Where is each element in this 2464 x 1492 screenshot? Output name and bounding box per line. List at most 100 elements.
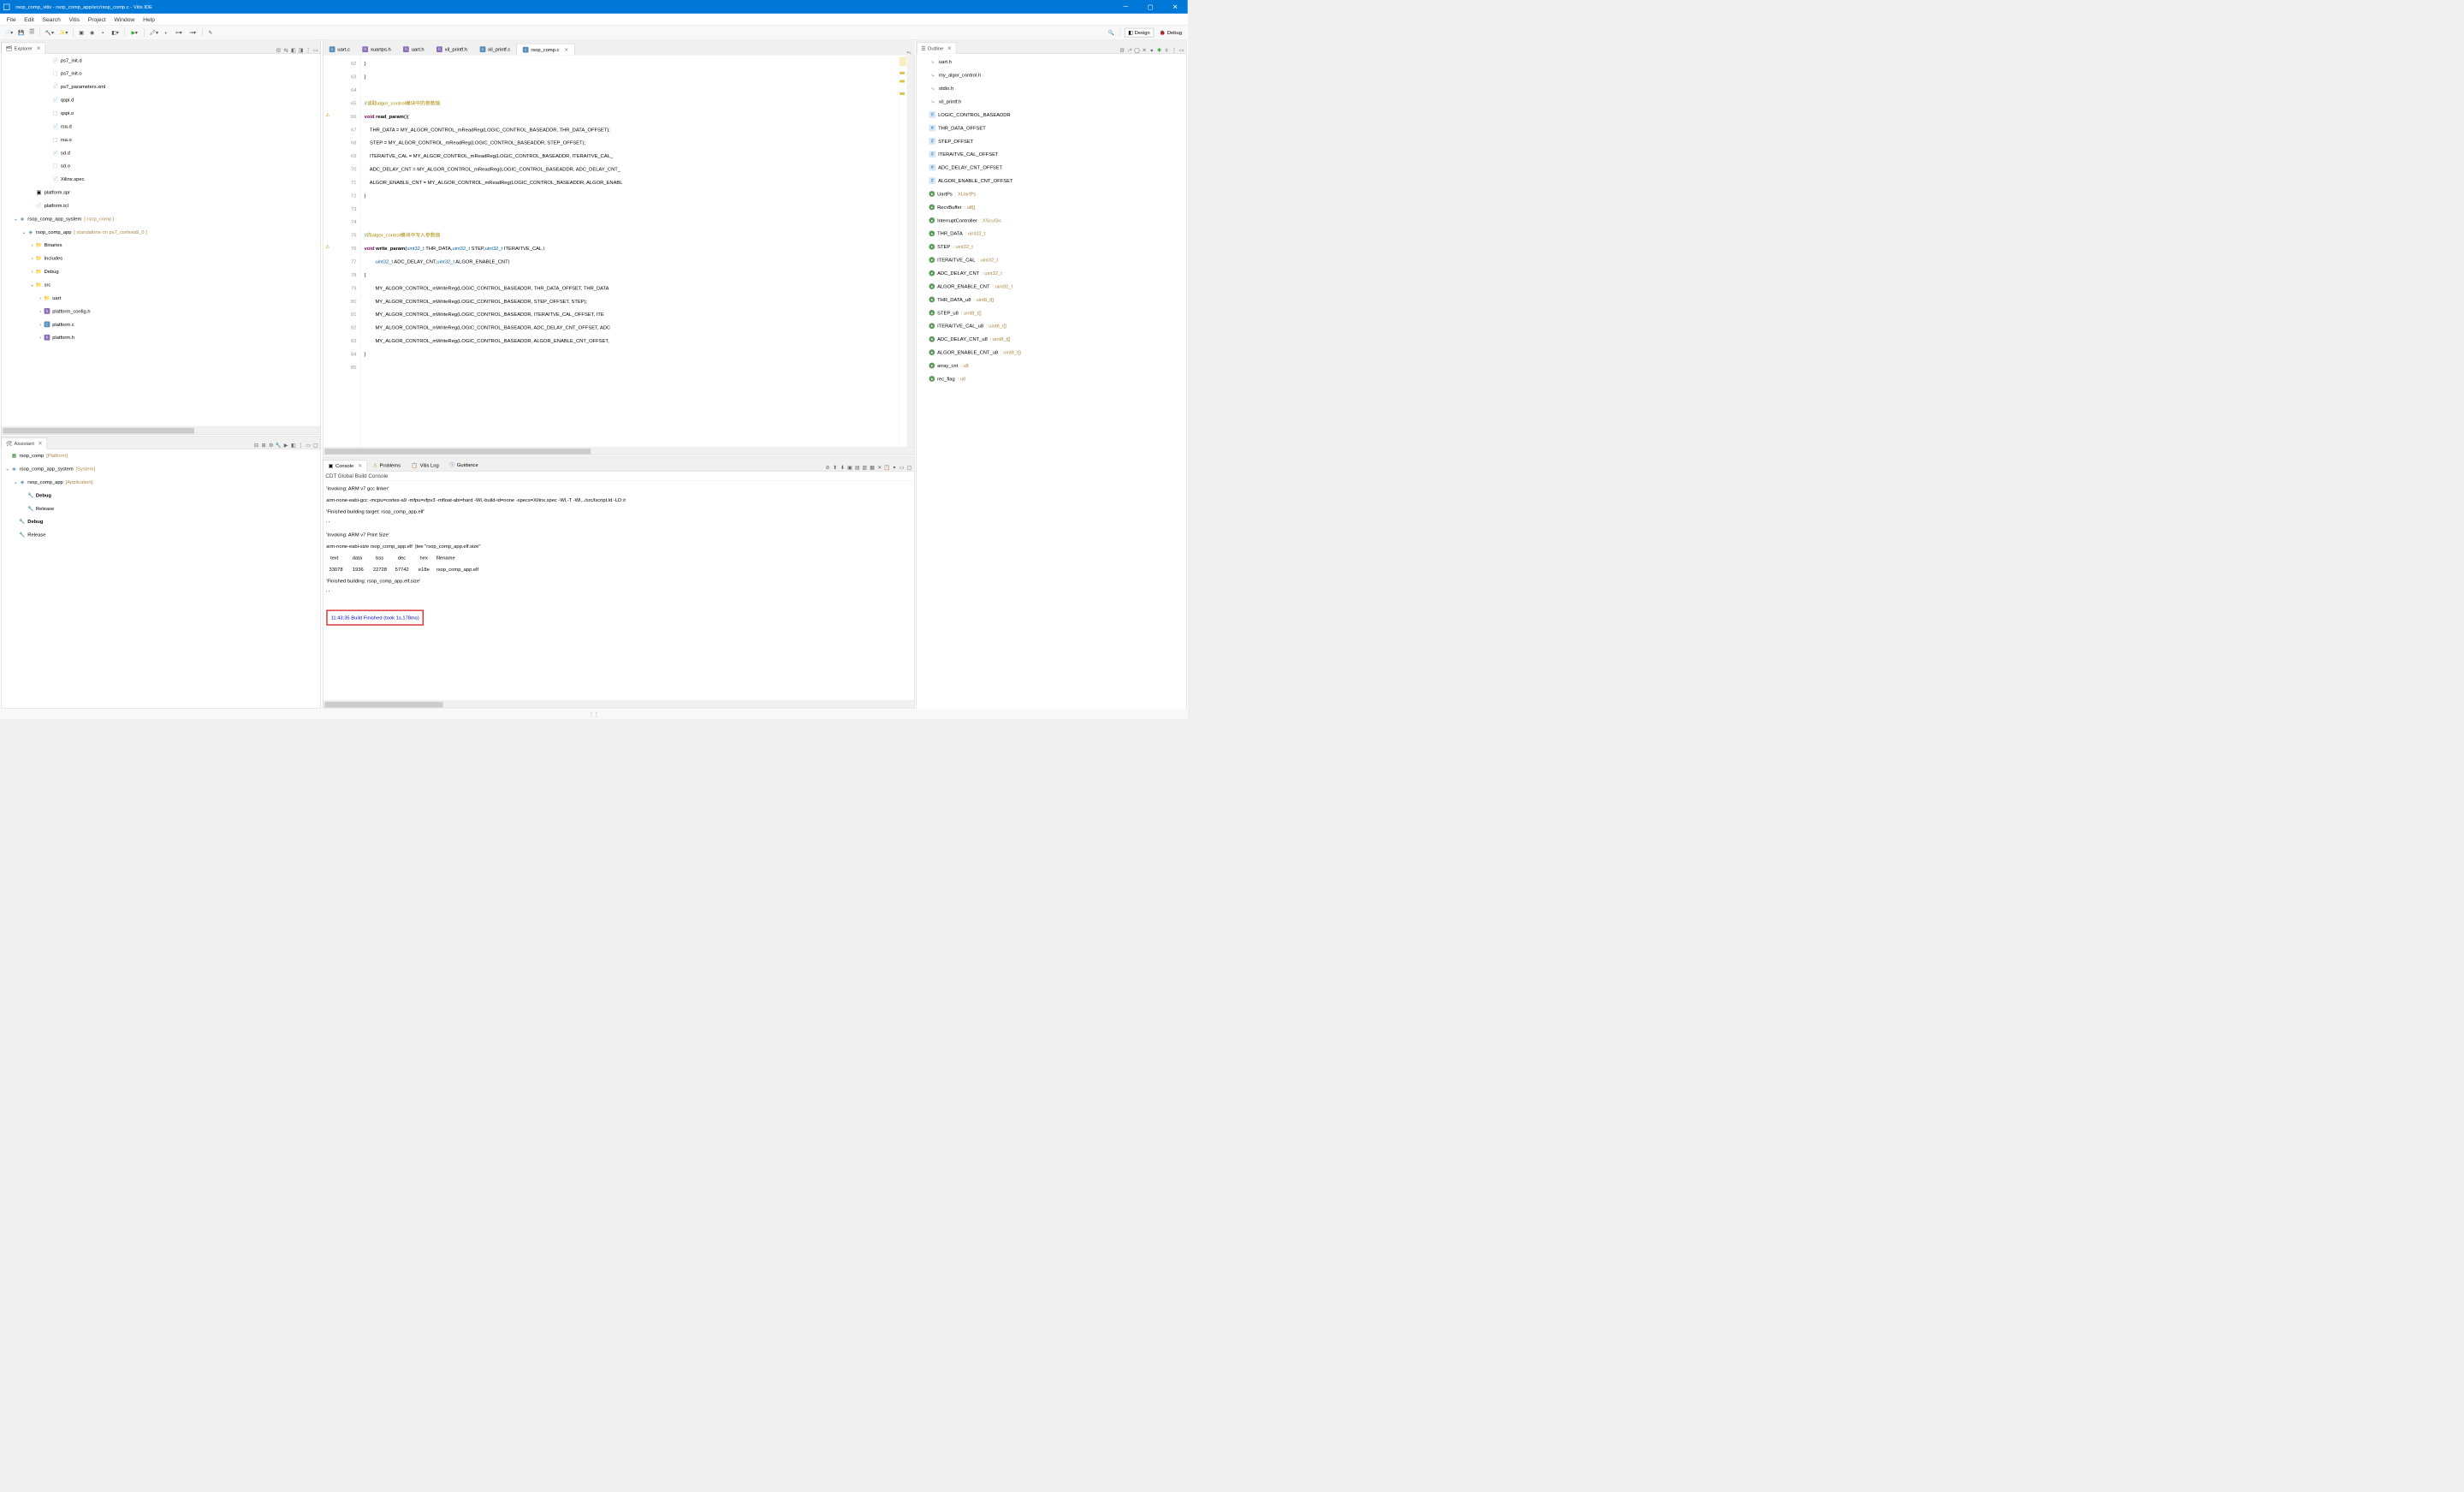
outline-item[interactable]: ●ALGOR_ENABLE_CNT : uint32_t	[917, 280, 1186, 293]
code-line[interactable]	[361, 216, 899, 229]
console-tool-4[interactable]: ▤	[854, 464, 861, 471]
outline-item[interactable]: ●STEP : uint32_t	[917, 241, 1186, 253]
menu-file[interactable]: File	[3, 15, 21, 25]
code-line[interactable]: ITERAITVE_CAL = MY_ALGOR_CONTROL_mReadRe…	[361, 149, 899, 162]
expand-icon[interactable]: ⌄	[29, 282, 35, 288]
assistant-tab[interactable]: 🛠 Assistant ✕	[1, 437, 46, 449]
expand-icon[interactable]: ›	[29, 269, 35, 275]
expand-icon[interactable]: ›	[38, 295, 44, 301]
explorer-item[interactable]: ›📁Includes	[1, 252, 320, 265]
outline-item[interactable]: #LOGIC_CONTROL_BASEADDR	[917, 108, 1186, 121]
tool-6[interactable]: ✎	[206, 28, 216, 38]
maximize-button[interactable]: ▢	[1138, 0, 1163, 14]
expand-icon[interactable]: ›	[38, 321, 44, 327]
explorer-min[interactable]: ▭	[312, 46, 319, 53]
code-line[interactable]: }	[361, 57, 899, 70]
console-tool-6[interactable]: ▦	[869, 464, 876, 471]
expand-icon[interactable]: ⌄	[13, 216, 19, 222]
assistant-tree[interactable]: ▦rsop_comp[Platform]⌄◈rsop_comp_app_syst…	[1, 449, 320, 708]
assistant-tool2[interactable]: ⊞	[260, 442, 267, 449]
outline-item[interactable]: ●ADC_DELAY_CNT : uint32_t	[917, 266, 1186, 279]
explorer-item[interactable]: ⬚ps7_init.o	[1, 67, 320, 80]
editor-vscroll[interactable]	[906, 56, 914, 448]
assistant-tool4[interactable]: 🔧	[275, 442, 282, 449]
outline-item[interactable]: ●STEP_u8 : uint8_t[]	[917, 306, 1186, 319]
code-line[interactable]	[361, 360, 899, 373]
assistant-item[interactable]: 🔧Release	[1, 502, 320, 514]
outline-body[interactable]: ⤷uart.h⤷my_algor_control.h⤷stdio.h⤷xil_p…	[917, 54, 1186, 710]
code-line[interactable]: ADC_DELAY_CNT = MY_ALGOR_CONTROL_mReadRe…	[361, 163, 899, 175]
assistant-item[interactable]: ▦rsop_comp[Platform]	[1, 449, 320, 461]
console-body[interactable]: 'Invoking: ARM v7 gcc linker'arm-none-ea…	[323, 481, 914, 700]
code-line[interactable]: THR_DATA = MY_ALGOR_CONTROL_mReadReg(LOG…	[361, 123, 899, 136]
code-line[interactable]	[361, 83, 899, 96]
console-tool-9[interactable]: ▾	[891, 464, 898, 471]
assistant-close-icon[interactable]: ✕	[38, 440, 42, 447]
save-all-button[interactable]: 🗐	[27, 28, 37, 38]
outline-item[interactable]: #STEP_OFFSET	[917, 134, 1186, 147]
outline-item[interactable]: ●UartPs : XUartPs	[917, 187, 1186, 200]
explorer-tool1[interactable]: ◧	[290, 46, 297, 53]
explorer-close-icon[interactable]: ✕	[36, 45, 40, 52]
code-line[interactable]: }	[361, 70, 899, 83]
outline-menu[interactable]: ⋮	[1171, 46, 1178, 53]
explorer-tab[interactable]: 🗂 Explorer ✕	[1, 43, 45, 54]
explorer-item[interactable]: 📄Xilinx.spec	[1, 172, 320, 185]
explorer-item[interactable]: ›📁uart	[1, 291, 320, 304]
assistant-item[interactable]: ⌄◈rsop_comp_app[Application]	[1, 475, 320, 488]
outline-tool6[interactable]: ✱	[1156, 46, 1163, 53]
perspective-debug[interactable]: 🐞 Debug	[1156, 28, 1185, 37]
code-line[interactable]: void read_param(){	[361, 110, 899, 122]
expand-icon[interactable]: ⌄	[21, 229, 27, 235]
assistant-min1[interactable]: ▭	[305, 442, 312, 449]
assistant-tool6[interactable]: ◧	[290, 442, 297, 449]
run-button[interactable]: ▶▾	[128, 28, 140, 38]
explorer-item[interactable]: 📄ps7_init.d	[1, 54, 320, 67]
console-tool-3[interactable]: ▣	[846, 464, 853, 471]
console-tab-problems[interactable]: ⚠Problems	[367, 460, 406, 471]
outline-item[interactable]: ●array_cnt : u8	[917, 359, 1186, 372]
outline-tool1[interactable]: ⊟	[1119, 46, 1125, 53]
explorer-item[interactable]: 📄qspi.d	[1, 93, 320, 106]
outline-tool7[interactable]: #	[1163, 46, 1170, 53]
outline-sort-icon[interactable]: ↓ᴬ	[1126, 46, 1133, 53]
editor-tab-rsop_comp-c[interactable]: crsop_comp.c✕	[516, 44, 574, 55]
menu-project[interactable]: Project	[84, 15, 110, 25]
console-tool-11[interactable]: ▢	[905, 464, 912, 471]
outline-tool4[interactable]: ✕	[1141, 46, 1148, 53]
console-tool-5[interactable]: ▥	[861, 464, 868, 471]
assistant-item[interactable]: 🔧Debug	[1, 489, 320, 502]
explorer-hscroll[interactable]	[1, 426, 320, 434]
outline-item[interactable]: ⤷uart.h	[917, 56, 1186, 68]
explorer-tree[interactable]: 📄ps7_init.d⬚ps7_init.o📄ps7_parameters.xm…	[1, 54, 320, 427]
tool-3[interactable]: ▪	[98, 28, 108, 38]
explorer-item[interactable]: ›Cplatform.c	[1, 318, 320, 330]
outline-tool5[interactable]: ●	[1149, 46, 1155, 53]
outline-tab[interactable]: ☰ Outline ✕	[917, 43, 956, 54]
tool-2[interactable]: ◉	[87, 28, 97, 38]
editor-tab-uart-h[interactable]: huart.h	[397, 44, 430, 55]
outline-item[interactable]: #ALGOR_ENABLE_CNT_OFFSET	[917, 174, 1186, 187]
tab-overflow-icon[interactable]: »₁	[903, 49, 914, 55]
explorer-item[interactable]: ⬚sd.o	[1, 159, 320, 172]
expand-icon[interactable]: ›	[29, 255, 35, 261]
editor-tab-uart-c[interactable]: cuart.c	[323, 44, 356, 55]
tab-close-icon[interactable]: ✕	[358, 463, 362, 469]
overview-ruler[interactable]	[899, 56, 907, 448]
outline-close-icon[interactable]: ✕	[947, 45, 952, 52]
explorer-item[interactable]: ›📁Debug	[1, 265, 320, 277]
explorer-link-icon[interactable]: ⇆	[282, 46, 289, 53]
code-line[interactable]: void write_param(uint32_t THR_DATA,uint3…	[361, 241, 899, 254]
editor-tab-xil_printf-h[interactable]: hxil_printf.h	[430, 44, 473, 55]
perspective-design[interactable]: ◧ Design	[1125, 28, 1154, 38]
forward-button[interactable]: ⇒▾	[187, 28, 199, 38]
console-hscroll[interactable]	[323, 700, 914, 708]
menu-window[interactable]: Window	[110, 15, 140, 25]
outline-item[interactable]: ⤷xil_printf.h	[917, 95, 1186, 108]
explorer-item[interactable]: 📄sd.d	[1, 146, 320, 159]
explorer-item[interactable]: 📄platform.tcl	[1, 199, 320, 211]
outline-item[interactable]: ⤷stdio.h	[917, 81, 1186, 94]
expand-icon[interactable]: ⌄	[13, 479, 19, 485]
explorer-menu[interactable]: ⋮	[305, 46, 312, 53]
back-button[interactable]: ⇐▾	[172, 28, 184, 38]
